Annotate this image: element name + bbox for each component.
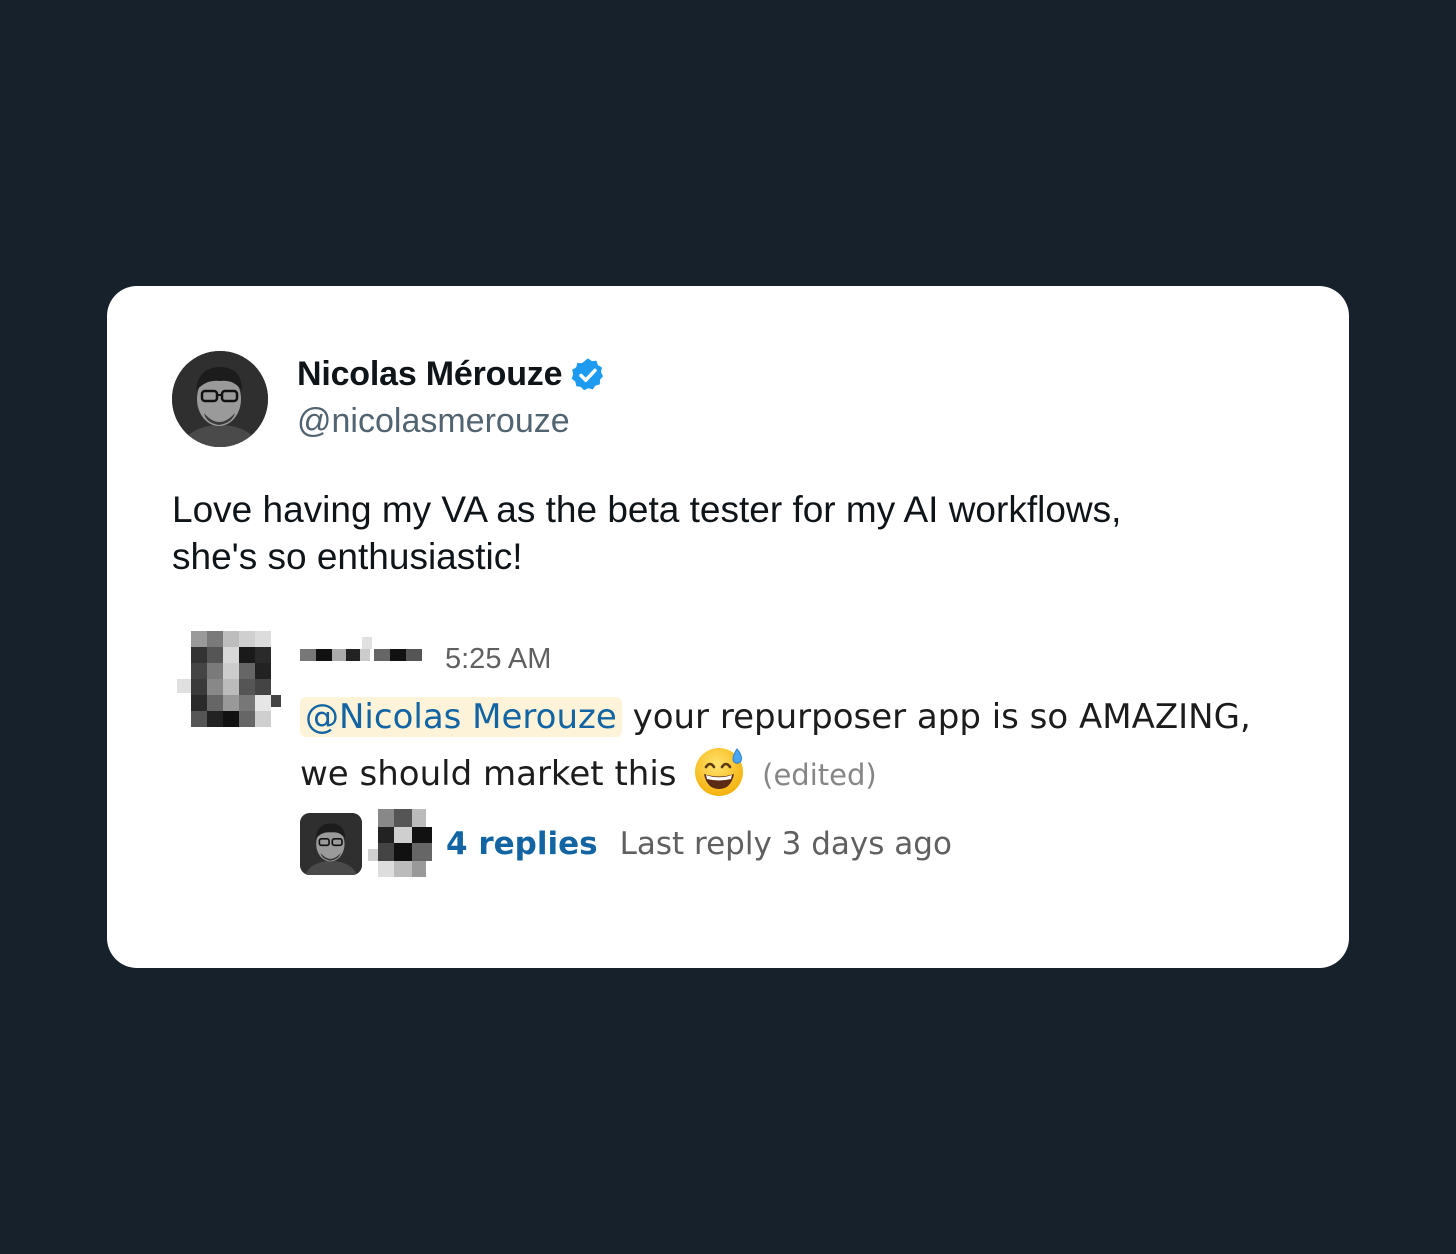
user-mention[interactable]: @Nicolas Merouze — [300, 697, 622, 737]
message-time[interactable]: 5:25 AM — [445, 643, 551, 676]
author-name[interactable]: Nicolas Mérouze — [297, 355, 563, 394]
pixelated-avatar — [177, 631, 281, 727]
reply-avatar — [300, 813, 362, 875]
message-text: your repurposer app is so AMAZING, — [621, 697, 1251, 737]
tweet-text-line: Love having my VA as the beta tester for… — [172, 489, 1122, 530]
grinning-face-with-sweat-icon — [695, 748, 744, 796]
pixelated-reply-avatar — [368, 809, 432, 877]
last-reply-time: Last reply 3 days ago — [619, 826, 952, 862]
tweet-text-line: she's so enthusiastic! — [172, 536, 523, 577]
message-line: we should market this (edited) — [300, 745, 1280, 803]
blurred-sender-name — [300, 637, 422, 661]
embedded-chat-message: 5:25 AM @Nicolas Merouze your repurposer… — [177, 631, 1277, 881]
thread-replies[interactable]: 4 replies Last reply 3 days ago — [300, 809, 952, 879]
author-name-row: Nicolas Mérouze — [297, 354, 607, 394]
message-line: @Nicolas Merouze your repurposer app is … — [300, 689, 1280, 745]
message-text: we should market this — [300, 754, 677, 794]
verified-badge-icon — [572, 358, 604, 391]
tweet-card: Nicolas Mérouze @nicolasmerouze Love hav… — [107, 286, 1349, 968]
author-handle[interactable]: @nicolasmerouze — [297, 402, 570, 441]
edited-label: (edited) — [762, 758, 877, 792]
replies-count-link[interactable]: 4 replies — [446, 826, 598, 862]
author-avatar[interactable] — [172, 351, 268, 447]
message-body: @Nicolas Merouze your repurposer app is … — [300, 689, 1280, 803]
tweet-text: Love having my VA as the beta tester for… — [172, 486, 1292, 580]
